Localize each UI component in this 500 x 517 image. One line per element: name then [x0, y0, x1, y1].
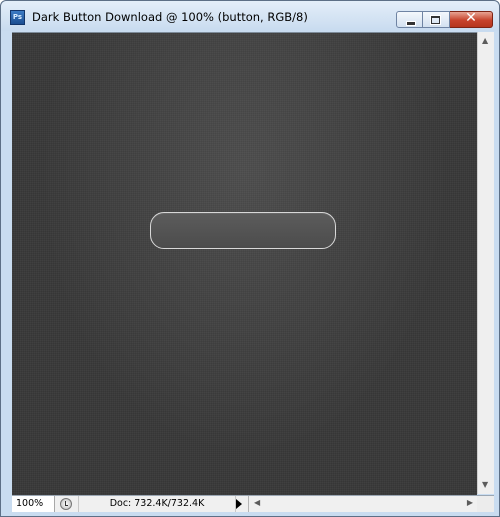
- resize-grip[interactable]: [477, 496, 494, 512]
- document-size-info: Doc: 732.4K/732.4K: [78, 496, 236, 512]
- window-title: Dark Button Download @ 100% (button, RGB…: [32, 10, 308, 24]
- window-controls: ✕: [396, 10, 493, 28]
- minimize-button[interactable]: [396, 11, 423, 28]
- photoshop-icon[interactable]: Ps: [10, 10, 25, 25]
- rounded-button-shape[interactable]: [150, 212, 336, 249]
- horizontal-scrollbar[interactable]: ◀ ▶: [248, 496, 477, 512]
- maximize-button[interactable]: [423, 11, 450, 28]
- status-menu-arrow-icon[interactable]: [236, 499, 242, 509]
- scroll-down-arrow-icon[interactable]: ▼: [482, 481, 488, 489]
- zoom-level-field[interactable]: 100%: [12, 496, 55, 512]
- status-bar: 100% Doc: 732.4K/732.4K ◀ ▶: [12, 495, 494, 512]
- scroll-right-arrow-icon[interactable]: ▶: [467, 499, 473, 507]
- close-icon: ✕: [465, 10, 477, 26]
- status-clock-icon[interactable]: [60, 498, 72, 510]
- vertical-scrollbar[interactable]: ▲ ▼: [477, 32, 494, 494]
- maximize-icon: [430, 15, 441, 25]
- title-bar[interactable]: Ps Dark Button Download @ 100% (button, …: [1, 1, 499, 31]
- document-window: Ps Dark Button Download @ 100% (button, …: [0, 0, 500, 517]
- scroll-left-arrow-icon[interactable]: ◀: [254, 499, 260, 507]
- close-button[interactable]: ✕: [450, 10, 493, 28]
- scroll-up-arrow-icon[interactable]: ▲: [482, 37, 488, 45]
- minimize-icon: [406, 21, 416, 26]
- document-canvas[interactable]: [12, 32, 477, 495]
